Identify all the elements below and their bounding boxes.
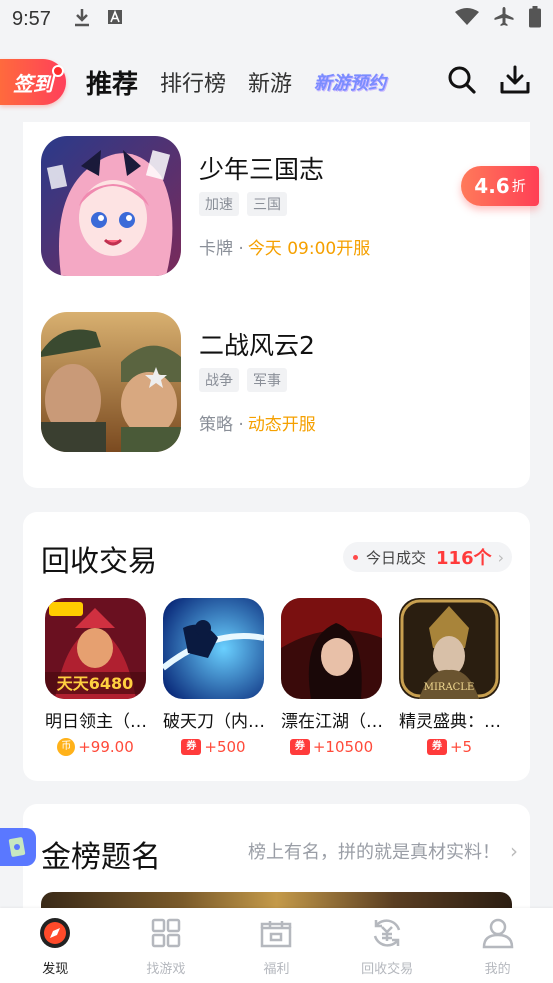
- status-bar: 9:57: [0, 0, 553, 38]
- nav-label: 福利: [263, 962, 290, 977]
- trade-item[interactable]: MIRACLE 精灵盛典：… 券 +5: [399, 598, 501, 756]
- game-tags: 战争 军事: [199, 368, 287, 392]
- trade-list: 天天6480 明日领主（… 币 +99.00 破天刀（内… 券 +500 漂在江…: [45, 598, 501, 756]
- trade-game-name: 精灵盛典：…: [399, 712, 501, 732]
- nav-discover[interactable]: 发现: [5, 916, 105, 977]
- download-status-icon: [73, 7, 91, 32]
- trade-item[interactable]: 天天6480 明日领主（… 币 +99.00: [45, 598, 147, 756]
- discount-value: 4.6: [474, 174, 510, 198]
- chevron-right-icon: ›: [510, 839, 518, 863]
- tab-recommend[interactable]: 推荐: [86, 64, 138, 101]
- trade-price: 券 +5: [399, 738, 500, 756]
- tab-ranking[interactable]: 排行榜: [160, 66, 226, 98]
- tab-new-games[interactable]: 新游: [248, 66, 292, 98]
- game-name: 少年三国志: [199, 155, 325, 184]
- font-status-icon: [107, 8, 123, 30]
- download-icon[interactable]: [499, 65, 531, 99]
- trade-game-name: 漂在江湖（…: [281, 712, 383, 732]
- trade-game-icon: MIRACLE: [399, 598, 500, 699]
- nav-tabs: 推荐 排行榜 新游 新游预约: [86, 64, 386, 101]
- nav-label: 发现: [42, 962, 69, 977]
- tab-preorder[interactable]: 新游预约: [314, 69, 386, 95]
- coin-icon: 币: [57, 738, 76, 756]
- game-tag: 三国: [247, 192, 287, 216]
- svg-text:MIRACLE: MIRACLE: [424, 682, 475, 693]
- checkin-label: 签到: [13, 71, 53, 96]
- nav-mine[interactable]: 我的: [448, 916, 548, 977]
- nav-label: 回收交易: [361, 962, 414, 977]
- game-tag: 战争: [199, 368, 239, 392]
- gift-icon: [259, 916, 293, 954]
- floating-card-button[interactable]: [0, 828, 36, 866]
- game-tag: 加速: [199, 192, 239, 216]
- game-thumbnail: [41, 136, 181, 276]
- bottom-nav: 发现 找游戏 福利 回收交易 我的: [0, 908, 553, 983]
- trade-price-value: +10500: [312, 738, 374, 756]
- game-list-card: 少年三国志 加速 三国 卡牌 · 今天 09:00开服 4.6 折 二战风云2 …: [23, 122, 539, 488]
- game-tag: 军事: [247, 368, 287, 392]
- battery-icon: [529, 5, 541, 33]
- airplane-icon: [493, 6, 515, 33]
- trade-item[interactable]: 漂在江湖（… 券 +10500: [281, 598, 383, 756]
- red-dot-icon: [353, 554, 358, 560]
- game-item[interactable]: 少年三国志 加速 三国 卡牌 · 今天 09:00开服 4.6 折: [41, 136, 539, 276]
- today-count: 116个: [436, 548, 492, 569]
- nav-label: 我的: [484, 962, 511, 977]
- discount-unit: 折: [511, 179, 526, 195]
- rank-more-link[interactable]: 榜上有名，拼的就是真材实料！ ›: [248, 838, 518, 864]
- game-tags: 加速 三国: [199, 192, 287, 216]
- trade-game-name: 明日领主（…: [45, 712, 147, 732]
- game-open-time: 今天 09:00开服: [247, 239, 371, 259]
- trade-game-icon: 天天6480: [45, 598, 146, 699]
- coupon-icon: 券: [181, 739, 202, 755]
- trade-price: 币 +99.00: [45, 738, 146, 756]
- trade-item[interactable]: 破天刀（内… 券 +500: [163, 598, 265, 756]
- compass-icon: [38, 916, 72, 954]
- trade-price: 券 +500: [163, 738, 264, 756]
- rank-subtitle: 榜上有名，拼的就是真材实料！: [248, 842, 500, 863]
- rank-title: 金榜题名: [41, 840, 161, 875]
- svg-text:天天6480: 天天6480: [57, 674, 134, 693]
- notification-dot: [52, 65, 64, 77]
- coupon-icon: 券: [289, 739, 310, 755]
- today-label: 今日成交: [366, 548, 427, 567]
- today-deals-button[interactable]: 今日成交 116个 ›: [343, 542, 512, 572]
- trade-price: 券 +10500: [281, 738, 382, 756]
- recycle-icon: [370, 916, 404, 954]
- chevron-right-icon: ›: [497, 547, 504, 567]
- trade-game-icon: [281, 598, 382, 699]
- game-open-time: 动态开服: [247, 415, 316, 435]
- wifi-icon: [455, 7, 479, 31]
- trade-game-icon: [163, 598, 264, 699]
- game-meta: 策略 · 动态开服: [199, 410, 316, 435]
- game-name: 二战风云2: [199, 331, 315, 360]
- top-nav: 签到 推荐 排行榜 新游 新游预约: [0, 52, 553, 112]
- nav-label: 找游戏: [146, 962, 186, 977]
- trade-price-value: +500: [204, 738, 246, 756]
- grid-icon: [149, 916, 183, 954]
- trade-game-name: 破天刀（内…: [163, 712, 265, 732]
- game-meta: 卡牌 · 今天 09:00开服: [199, 234, 370, 259]
- user-icon: [481, 916, 515, 954]
- discount-badge: 4.6 折: [461, 166, 539, 206]
- checkin-button[interactable]: 签到: [0, 59, 66, 105]
- nav-find-games[interactable]: 找游戏: [116, 916, 216, 977]
- search-icon[interactable]: [447, 65, 477, 99]
- trade-price-value: +99.00: [78, 738, 134, 756]
- trade-price-value: +5: [449, 738, 473, 756]
- trade-title: 回收交易: [41, 544, 158, 578]
- trade-card: 回收交易 今日成交 116个 › 天天6480 明日领主（… 币 +99.00 …: [23, 512, 530, 781]
- game-genre: 卡牌 ·: [199, 239, 244, 259]
- nav-recycle-trade[interactable]: 回收交易: [337, 916, 437, 977]
- coupon-icon: 券: [426, 739, 447, 755]
- game-genre: 策略 ·: [199, 415, 244, 435]
- nav-welfare[interactable]: 福利: [226, 916, 326, 977]
- game-item[interactable]: 二战风云2 战争 军事 策略 · 动态开服: [41, 312, 521, 452]
- status-time: 9:57: [12, 7, 51, 30]
- game-thumbnail: [41, 312, 181, 452]
